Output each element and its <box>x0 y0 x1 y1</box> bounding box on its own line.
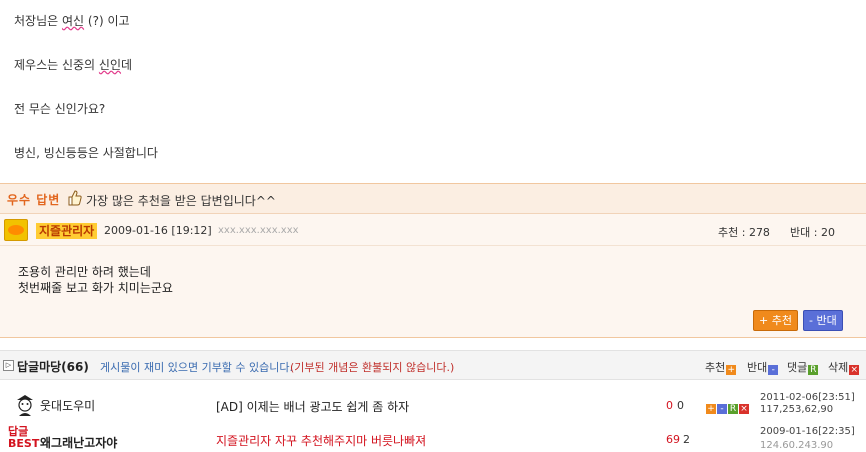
answer-text-line-1: 조용히 관리만 하려 했는데 <box>18 265 151 279</box>
sort-reply[interactable]: 댓글 R <box>787 359 819 375</box>
oppose-count: 2 <box>683 433 690 446</box>
avatar <box>4 219 28 241</box>
oppose-count: 반대 : 20 <box>790 226 835 239</box>
recommend-icon[interactable]: + <box>706 404 716 414</box>
best-answer-meta: 지즐관리자 2009-01-16 [19:12] xxx.xxx.xxx.xxx… <box>0 214 866 246</box>
recommend-count: 추천 : 278 <box>718 226 770 239</box>
reply-icon: R <box>808 365 819 375</box>
comment-title[interactable]: [AD] 이제는 배너 광고도 쉽게 좀 하자 <box>216 398 409 415</box>
comment-actions: + - R × <box>705 399 749 414</box>
comment-date: 2009-01-16[22:35] <box>760 426 855 437</box>
post-line-1: 처장님은 여신 (?) 이고 <box>14 14 130 28</box>
comment-ip: 124.60.243.90 <box>760 440 834 451</box>
oppose-count: 0 <box>677 399 684 412</box>
sort-delete[interactable]: 삭제 × <box>828 359 860 375</box>
best-answer-description: 가장 많은 추천을 받은 답변입니다^^ <box>86 194 276 208</box>
best-answer-label: 우수 답변 <box>7 193 61 207</box>
answer-ip: xxx.xxx.xxx.xxx <box>218 225 299 236</box>
oppose-icon[interactable]: - <box>717 404 727 414</box>
minus-icon: - <box>768 365 779 375</box>
character-icon <box>17 395 33 416</box>
answer-date: 2009-01-16 [19:12] <box>104 224 212 237</box>
best-answer: 지즐관리자 2009-01-16 [19:12] xxx.xxx.xxx.xxx… <box>0 214 866 338</box>
plus-icon: + <box>726 365 737 375</box>
post-line-4: 병신, 빙신등등은 사절합니다 <box>14 146 158 160</box>
delete-icon: × <box>849 365 860 375</box>
comment-date: 2011-02-06[23:51] <box>760 392 855 403</box>
answer-text-line-2: 첫번째줄 보고 화가 치미는군요 <box>18 281 173 295</box>
sort-oppose[interactable]: 반대 - <box>747 359 779 375</box>
recommend-count: 0 <box>666 399 673 412</box>
post-line-2: 제우스는 신중의 신인데 <box>14 58 133 72</box>
author-nickname[interactable]: 지즐관리자 <box>36 223 98 239</box>
thumbs-up-icon <box>68 190 82 206</box>
comments-header: ▷ 답글마당(66) 게시물이 재미 있으면 기부할 수 있습니다. (기부된 … <box>0 350 866 380</box>
comments-title: 답글마당(66) <box>17 360 89 374</box>
comment-ip: 117,253,62,90 <box>760 404 834 415</box>
recommend-button[interactable]: + 추천 <box>753 310 798 331</box>
post-line-3: 전 무슨 신인가요? <box>14 102 106 116</box>
delete-icon[interactable]: × <box>739 404 749 414</box>
oppose-button[interactable]: - 반대 <box>803 310 843 331</box>
comments-description: 게시물이 재미 있으면 기부할 수 있습니다. <box>100 361 294 374</box>
comment-nickname[interactable]: 웃대도우미 <box>40 397 95 414</box>
recommend-count: 69 <box>666 433 680 446</box>
reply-icon[interactable]: R <box>728 404 738 414</box>
expand-icon[interactable]: ▷ <box>3 360 14 371</box>
sort-recommend[interactable]: 추천 + <box>705 359 737 375</box>
best-answer-header: 우수 답변 가장 많은 추천을 받은 답변입니다^^ <box>0 183 866 214</box>
best-tag: BEST <box>8 437 40 450</box>
comment-title[interactable]: 지즐관리자 자꾸 추천해주지마 버릇나빠져 <box>216 432 426 449</box>
comment-nickname[interactable]: 왜그래난고자야 <box>40 434 117 451</box>
comments-note: (기부된 개념은 환불되지 않습니다.) <box>290 361 455 374</box>
